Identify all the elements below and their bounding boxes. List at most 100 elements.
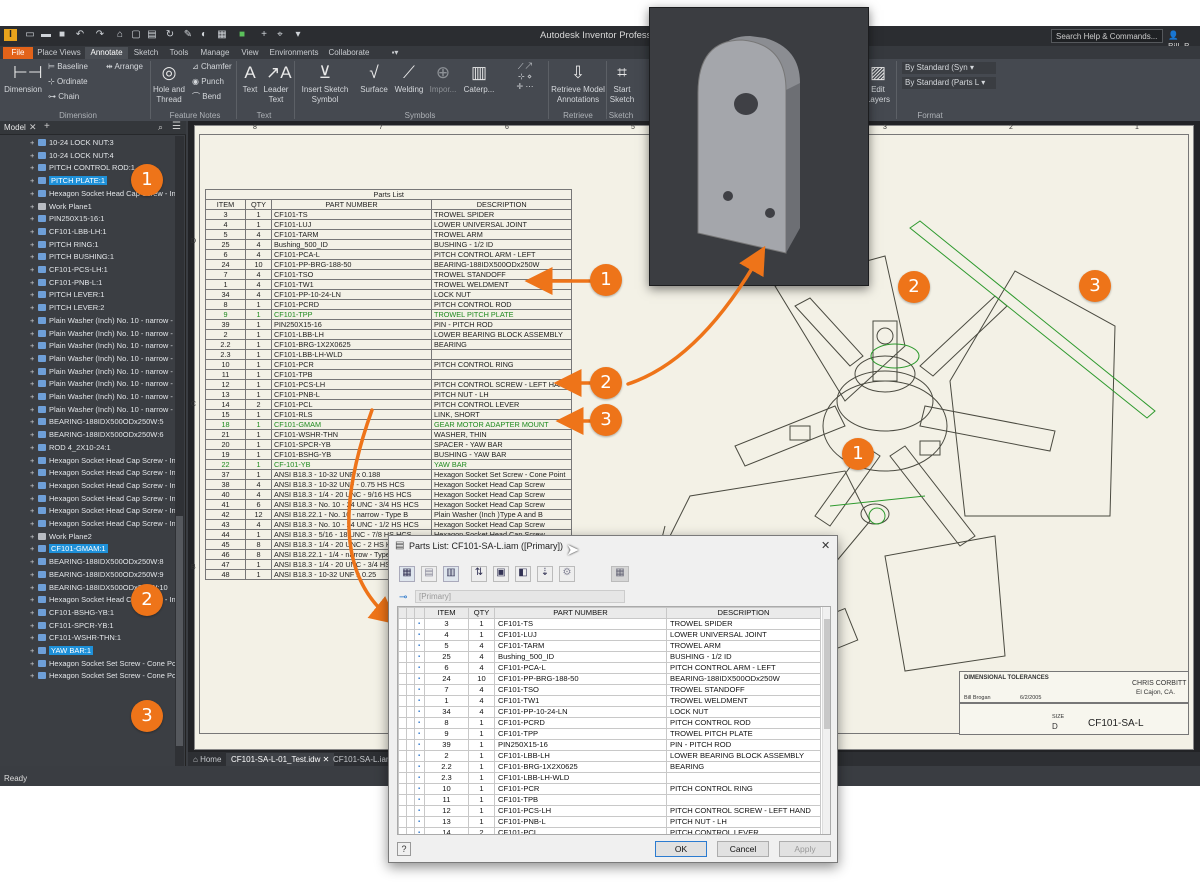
group-settings-icon[interactable]: ⚙	[559, 566, 575, 582]
dialog-row[interactable]: ▪ 34 4 CF101-PP-10-24-LN LOCK NUT	[398, 706, 821, 718]
dialog-cell[interactable]: 25	[424, 651, 469, 663]
dialog-cell[interactable]: 10	[468, 673, 495, 685]
dialog-cell[interactable]: 11	[424, 794, 469, 806]
dialog-cell[interactable]: 1	[468, 805, 495, 817]
table-wrapping-icon[interactable]: ▦	[611, 566, 629, 582]
dialog-row[interactable]: ▪ 4 1 CF101-LUJ LOWER UNIVERSAL JOINT	[398, 629, 821, 641]
dialog-row[interactable]: ▪ 2.3 1 CF101-LBB-LH-WLD	[398, 772, 821, 784]
dialog-cell[interactable]: CF101-PCRD	[494, 717, 667, 729]
dialog-row[interactable]: ▪ 6 4 CF101-PCA-L PITCH CONTROL ARM - LEFT	[398, 662, 821, 674]
dialog-row[interactable]: ▪ 8 1 CF101-PCRD PITCH CONTROL ROD	[398, 717, 821, 729]
dialog-cell[interactable]: 4	[468, 651, 495, 663]
dialog-cell[interactable]: PIN250X15-16	[494, 739, 667, 751]
dialog-cell[interactable]: 2	[424, 750, 469, 762]
dialog-cell[interactable]: 3	[424, 618, 469, 630]
apply-button[interactable]: Apply	[779, 841, 831, 857]
dialog-cell[interactable]: 1	[424, 695, 469, 707]
close-icon[interactable]: ✕	[821, 539, 830, 552]
dialog-cell[interactable]: CF101-PP-BRG-188-50	[494, 673, 667, 685]
dialog-cell[interactable]: LOCK NUT	[666, 706, 821, 718]
dialog-cell[interactable]: TROWEL STANDOFF	[666, 684, 821, 696]
dialog-cell[interactable]: 2.3	[424, 772, 469, 784]
dialog-cell[interactable]: 10	[424, 783, 469, 795]
dialog-cell[interactable]: 34	[424, 706, 469, 718]
dialog-cell[interactable]: CF101-PCR	[494, 783, 667, 795]
dialog-cell[interactable]: CF101-BRG-1X2X0625	[494, 761, 667, 773]
dialog-cell[interactable]: LOWER UNIVERSAL JOINT	[666, 629, 821, 641]
dialog-cell[interactable]: 1	[468, 761, 495, 773]
dialog-cell[interactable]: CF101-PCA-L	[494, 662, 667, 674]
dialog-cell[interactable]: PITCH CONTROL RING	[666, 783, 821, 795]
dialog-cell[interactable]: 1	[468, 739, 495, 751]
dialog-cell[interactable]: 24	[424, 673, 469, 685]
dialog-cell[interactable]: 1	[468, 717, 495, 729]
dialog-cell[interactable]: PIN - PITCH ROD	[666, 739, 821, 751]
dialog-cell[interactable]: 8	[424, 717, 469, 729]
dialog-cell[interactable]: 4	[468, 640, 495, 652]
dialog-cell[interactable]: BUSHING - 1/2 ID	[666, 651, 821, 663]
dialog-cell[interactable]: CF101-TARM	[494, 640, 667, 652]
dialog-cell[interactable]: 1	[468, 618, 495, 630]
dialog-cell[interactable]: PITCH CONTROL ARM - LEFT	[666, 662, 821, 674]
dialog-row[interactable]: ▪ 14 2 CF101-PCL PITCH CONTROL LEVER	[398, 827, 821, 834]
bom-view-icon[interactable]: ▣	[493, 566, 509, 582]
dialog-cell[interactable]: 6	[424, 662, 469, 674]
dialog-cell[interactable]	[666, 794, 821, 806]
dialog-cell[interactable]: CF101-LBB-LH-WLD	[494, 772, 667, 784]
dialog-cell[interactable]: BEARING	[666, 761, 821, 773]
dialog-cell[interactable]: PITCH CONTROL LEVER	[666, 827, 821, 834]
dialog-cell[interactable]: PITCH CONTROL SCREW - LEFT HAND	[666, 805, 821, 817]
dialog-scrollbar-thumb[interactable]	[824, 619, 830, 729]
member-selection-icon[interactable]: ▦	[399, 566, 415, 582]
dialog-cell[interactable]: CF101-TW1	[494, 695, 667, 707]
dialog-row[interactable]: ▪ 10 1 CF101-PCR PITCH CONTROL RING	[398, 783, 821, 795]
filter-settings-icon[interactable]: ◧	[515, 566, 531, 582]
dialog-row[interactable]: ▪ 2 1 CF101-LBB-LH LOWER BEARING BLOCK ASSEM…	[398, 750, 821, 762]
dialog-cell[interactable]: 14	[424, 827, 469, 834]
dialog-cell[interactable]: 5	[424, 640, 469, 652]
ok-button[interactable]: OK	[655, 841, 707, 857]
dialog-cell[interactable]: 2	[468, 827, 495, 834]
dialog-row[interactable]: ▪ 7 4 CF101-TSO TROWEL STANDOFF	[398, 684, 821, 696]
dialog-cell[interactable]: TROWEL ARM	[666, 640, 821, 652]
sort-icon[interactable]: ⇅	[471, 566, 487, 582]
dialog-cell[interactable]: 1	[468, 728, 495, 740]
dialog-cell[interactable]: CF101-PCS-LH	[494, 805, 667, 817]
cancel-button[interactable]: Cancel	[717, 841, 769, 857]
export-parts-list-icon[interactable]: ▤	[421, 566, 437, 582]
dialog-row[interactable]: ▪ 9 1 CF101-TPP TROWEL PITCH PLATE	[398, 728, 821, 740]
dialog-cell[interactable]: Bushing_500_ID	[494, 651, 667, 663]
column-chooser-icon[interactable]: ▥	[443, 566, 459, 582]
renumber-icon[interactable]: ⇣	[537, 566, 553, 582]
dialog-cell[interactable]: 4	[468, 662, 495, 674]
dialog-cell[interactable]: CF101-PNB-L	[494, 816, 667, 828]
dialog-cell[interactable]: 1	[468, 794, 495, 806]
dialog-col-item[interactable]: ITEM	[424, 607, 469, 619]
dialog-cell[interactable]: CF101-TPB	[494, 794, 667, 806]
dialog-cell[interactable]: 1	[468, 783, 495, 795]
parts-list-dialog[interactable]: ▤ Parts List: CF101-SA-L.iam ([Primary])…	[388, 535, 838, 863]
dialog-cell[interactable]: 4	[468, 695, 495, 707]
dialog-row[interactable]: ▪ 12 1 CF101-PCS-LH PITCH CONTROL SCREW - LE…	[398, 805, 821, 817]
dialog-cell[interactable]: 12	[424, 805, 469, 817]
dialog-row[interactable]: ▪ 24 10 CF101-PP-BRG-188-50 BEARING-188IDX50…	[398, 673, 821, 685]
dialog-col-qty[interactable]: QTY	[468, 607, 495, 619]
dialog-scrollbar[interactable]	[822, 607, 830, 834]
dialog-cell[interactable]: LOWER BEARING BLOCK ASSEMBLY	[666, 750, 821, 762]
dialog-row[interactable]: ▪ 5 4 CF101-TARM TROWEL ARM	[398, 640, 821, 652]
dialog-cell[interactable]: PITCH CONTROL ROD	[666, 717, 821, 729]
dialog-cell[interactable]: 1	[468, 629, 495, 641]
dialog-row[interactable]: ▪ 25 4 Bushing_500_ID BUSHING - 1/2 ID	[398, 651, 821, 663]
dialog-cell[interactable]: TROWEL WELDMENT	[666, 695, 821, 707]
dialog-cell[interactable]: CF101-TS	[494, 618, 667, 630]
dialog-cell[interactable]: 2.2	[424, 761, 469, 773]
dialog-cell[interactable]: 4	[468, 706, 495, 718]
dialog-row[interactable]: ▪ 1 4 CF101-TW1 TROWEL WELDMENT	[398, 695, 821, 707]
dialog-row[interactable]: ▪ 39 1 PIN250X15-16 PIN - PITCH ROD	[398, 739, 821, 751]
help-icon[interactable]: ?	[397, 842, 411, 856]
dialog-grid[interactable]: ITEM QTY PART NUMBER DESCRIPTION ▪ 3 1 CF10…	[397, 606, 831, 835]
dialog-row[interactable]: ▪ 11 1 CF101-TPB	[398, 794, 821, 806]
dialog-cell[interactable]: 1	[468, 816, 495, 828]
dialog-cell[interactable]: CF101-LUJ	[494, 629, 667, 641]
filter-field[interactable]: [Primary]	[415, 590, 625, 603]
